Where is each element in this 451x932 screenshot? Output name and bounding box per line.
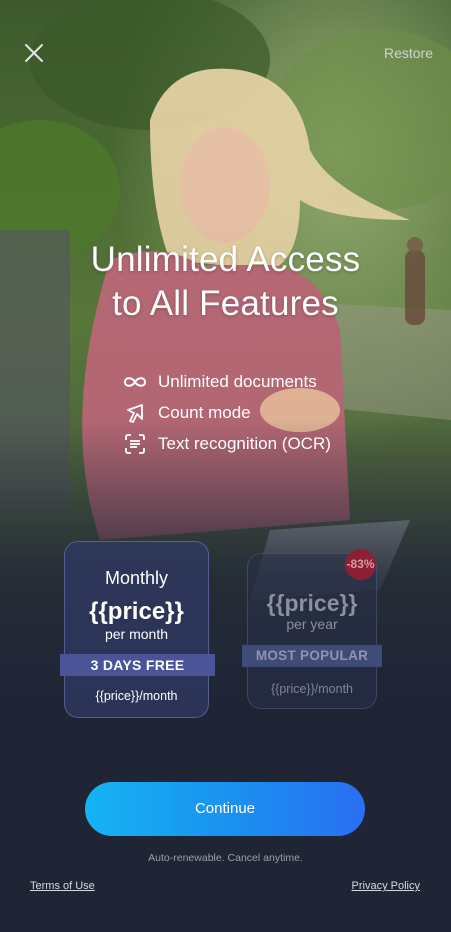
plan-sub-price: {{price}}/month	[270, 682, 353, 696]
feature-label: Text recognition (OCR)	[158, 433, 331, 453]
discount-badge: -83%	[345, 549, 376, 580]
privacy-policy-link[interactable]: Privacy Policy	[352, 880, 420, 892]
auto-renew-note: Auto-renewable. Cancel anytime.	[148, 852, 303, 864]
terms-of-use-link[interactable]: Terms of Use	[30, 880, 95, 892]
plan-price: {{price}}	[266, 590, 358, 616]
feature-item-count-mode: Count mode	[122, 397, 331, 428]
close-button[interactable]	[22, 41, 46, 65]
count-cursor-icon	[122, 402, 148, 424]
feature-label: Count mode	[158, 402, 251, 422]
feature-item-ocr: Text recognition (OCR)	[122, 428, 331, 459]
plan-sub-price: {{price}}/month	[95, 689, 178, 703]
plan-period: per month	[104, 626, 169, 642]
headline: Unlimited Access to All Features	[0, 238, 451, 326]
trial-banner: 3 DAYS FREE	[60, 654, 215, 676]
feature-item-unlimited-documents: Unlimited documents	[122, 366, 331, 397]
close-icon	[25, 44, 43, 62]
headline-line-1: Unlimited Access	[90, 240, 361, 279]
restore-button[interactable]: Restore	[384, 45, 433, 61]
infinity-icon	[122, 371, 148, 393]
popular-banner: MOST POPULAR	[242, 645, 382, 667]
feature-list: Unlimited documents Count mode Text reco…	[122, 366, 331, 459]
plan-name: Monthly	[104, 568, 169, 588]
plan-period: per year	[286, 616, 338, 632]
plan-card-monthly[interactable]: Monthly {{price}} per month 3 DAYS FREE …	[60, 541, 215, 718]
headline-line-2: to All Features	[112, 284, 339, 323]
feature-label: Unlimited documents	[158, 371, 317, 391]
continue-button[interactable]: Continue	[85, 782, 365, 836]
ocr-scan-icon	[122, 433, 148, 455]
plan-price: {{price}}	[89, 598, 184, 625]
